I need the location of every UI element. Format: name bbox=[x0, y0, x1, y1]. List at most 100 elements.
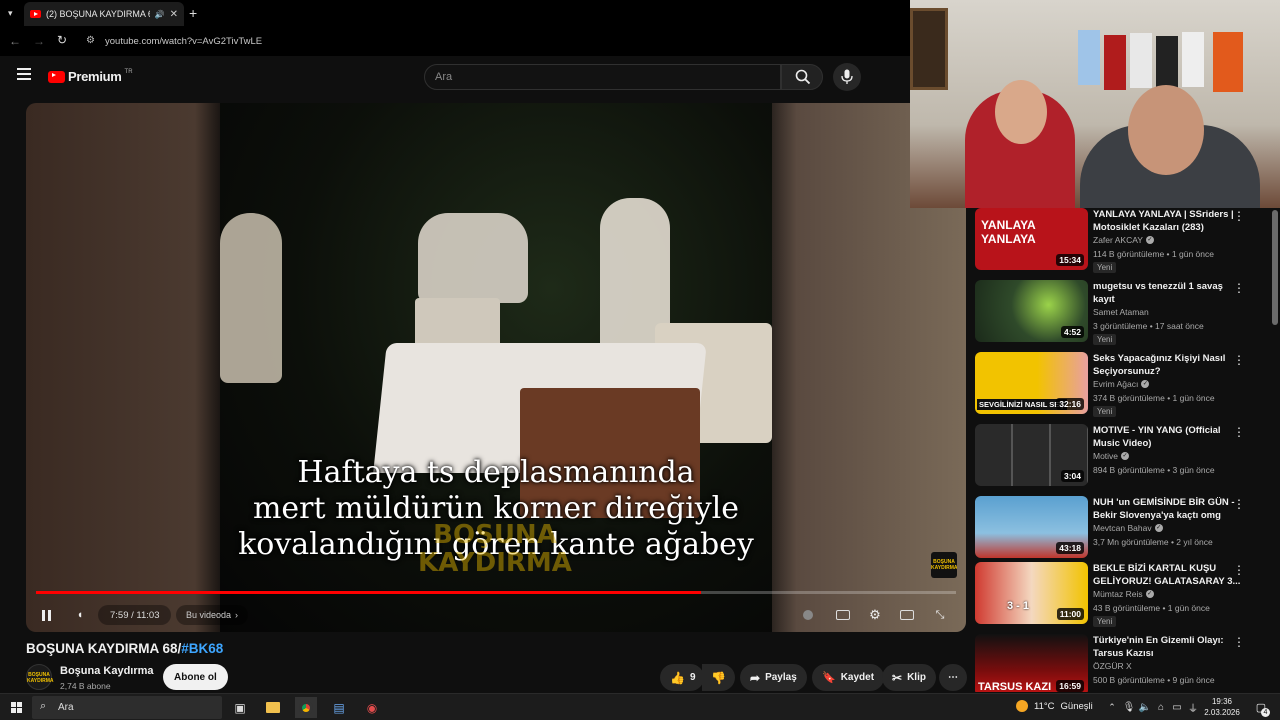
recommendation-thumbnail[interactable]: YANLAYA YANLAYA 15:34 bbox=[975, 208, 1088, 270]
recommendation-item[interactable]: 43:18 NUH 'un GEMİSİNDE BİR GÜN - Bekir … bbox=[975, 496, 1272, 562]
recommendation-item[interactable]: 4:52 mugetsu vs tenezzül 1 savaş kayıt S… bbox=[975, 280, 1272, 346]
taskbar-search-input[interactable]: ⌕ Ara bbox=[32, 696, 222, 719]
volume-button[interactable]: ◖ bbox=[72, 604, 88, 626]
chrome-icon[interactable] bbox=[295, 697, 317, 718]
video-watermark: BOŞUNA KAYDIRMA bbox=[418, 520, 572, 578]
close-tab-icon[interactable]: ✕ bbox=[170, 9, 178, 20]
tab-list-chevron-icon[interactable]: ▾ bbox=[8, 8, 13, 19]
subtitles-button[interactable] bbox=[834, 604, 852, 626]
weather-widget[interactable]: 11°C Güneşli bbox=[1016, 700, 1093, 712]
recommendation-item[interactable]: TARSUS KAZI 16:59 Türkiye'nin En Gizemli… bbox=[975, 634, 1272, 692]
file-explorer-icon[interactable] bbox=[262, 697, 284, 718]
recommendation-thumbnail[interactable]: 43:18 bbox=[975, 496, 1088, 558]
more-options-icon[interactable]: ⋮ bbox=[1233, 496, 1245, 512]
search-button[interactable] bbox=[781, 64, 823, 90]
verified-icon: ✓ bbox=[1154, 524, 1163, 532]
recommendation-thumbnail[interactable]: 3 - 1 11:00 bbox=[975, 562, 1088, 624]
chapter-button[interactable]: Bu videoda › bbox=[176, 605, 249, 625]
recorder-app-icon[interactable]: ◉ bbox=[361, 697, 383, 718]
microphone-icon bbox=[841, 69, 853, 84]
recommendation-title[interactable]: MOTIVE - YIN YANG (Official Music Video) bbox=[1093, 424, 1243, 450]
recommendation-meta: 43 B görüntüleme • 1 gün önce bbox=[1093, 603, 1210, 613]
voice-search-button[interactable] bbox=[833, 63, 861, 91]
recommendation-channel[interactable]: ÖZGÜR X bbox=[1093, 661, 1132, 671]
recommendation-channel[interactable]: Mevtcan Bahav ✓ bbox=[1093, 523, 1163, 533]
recommendation-item[interactable]: YANLAYA YANLAYA 15:34 YANLAYA YANLAYA | … bbox=[975, 208, 1272, 274]
recommendation-item[interactable]: SEVGİLİNİZİ NASIL SEÇ 32:16 Seks Yapacağ… bbox=[975, 352, 1272, 418]
logo-text: Premium bbox=[68, 69, 122, 84]
scene-figure-center bbox=[418, 213, 528, 303]
search-input[interactable]: Ara bbox=[424, 64, 781, 90]
pause-button[interactable] bbox=[38, 604, 54, 626]
miniplayer-icon bbox=[900, 610, 914, 620]
duration-badge: 43:18 bbox=[1056, 542, 1084, 554]
save-button[interactable]: 🔖 Kaydet bbox=[812, 664, 885, 691]
channel-corner-logo: BOŞUNA KAYDIRMA bbox=[931, 552, 957, 578]
notification-center-icon[interactable]: ▢ 4 bbox=[1250, 697, 1272, 718]
sun-icon bbox=[1016, 700, 1028, 712]
recommendation-thumbnail[interactable]: TARSUS KAZI 16:59 bbox=[975, 634, 1088, 692]
new-badge: Yeni bbox=[1093, 616, 1117, 627]
settings-button[interactable]: ⚙ bbox=[866, 604, 884, 626]
recommendation-channel[interactable]: Samet Ataman bbox=[1093, 307, 1149, 317]
new-tab-button[interactable]: + bbox=[189, 5, 197, 21]
back-icon[interactable]: ← bbox=[9, 34, 21, 48]
recommendation-channel[interactable]: Mümtaz Reis ✓ bbox=[1093, 589, 1154, 599]
clip-button[interactable]: ✂ Klip bbox=[882, 664, 936, 691]
recommendation-channel[interactable]: Evrim Ağacı ✓ bbox=[1093, 379, 1150, 389]
progress-bar[interactable] bbox=[36, 591, 956, 594]
more-actions-button[interactable]: ⋯ bbox=[939, 664, 967, 691]
recommendation-title[interactable]: mugetsu vs tenezzül 1 savaş kayıt bbox=[1093, 280, 1243, 306]
like-button[interactable]: 👍 9 bbox=[660, 664, 704, 691]
recommendation-title[interactable]: BEKLE BİZİ KARTAL KUŞU GELİYORUZ! GALATA… bbox=[1093, 562, 1243, 588]
browser-tab[interactable]: (2) BOŞUNA KAYDIRMA 68/ 🔊 ✕ bbox=[24, 2, 184, 26]
subscribe-button[interactable]: Abone ol bbox=[163, 664, 228, 690]
gear-icon: ⚙ bbox=[869, 607, 881, 622]
verified-icon: ✓ bbox=[1145, 236, 1154, 244]
time-display: 7:59 / 11:03 bbox=[98, 605, 172, 625]
more-options-icon[interactable]: ⋮ bbox=[1233, 424, 1245, 440]
volume-icon: ◖ bbox=[76, 609, 84, 621]
player-controls: ◖ 7:59 / 11:03 Bu videoda › ⚙ ⤡ bbox=[26, 598, 966, 632]
recommendation-thumbnail[interactable]: 3:04 bbox=[975, 424, 1088, 486]
recommendation-channel[interactable]: Motive ✓ bbox=[1093, 451, 1130, 461]
recommendation-title[interactable]: Seks Yapacağınız Kişiyi Nasıl Seçiyorsun… bbox=[1093, 352, 1243, 378]
youtube-logo[interactable]: Premium TR bbox=[48, 69, 133, 84]
recommendation-title[interactable]: NUH 'un GEMİSİNDE BİR GÜN - Bekir Sloven… bbox=[1093, 496, 1243, 522]
more-options-icon[interactable]: ⋮ bbox=[1233, 634, 1245, 650]
more-options-icon[interactable]: ⋮ bbox=[1233, 352, 1245, 368]
reload-icon[interactable]: ↻ bbox=[57, 33, 67, 47]
channel-avatar[interactable]: BOŞUNA KAYDIRMA bbox=[26, 664, 53, 690]
more-horizontal-icon: ⋯ bbox=[948, 672, 958, 683]
fullscreen-button[interactable]: ⤡ bbox=[931, 604, 949, 626]
share-button[interactable]: ➦ Paylaş bbox=[740, 664, 807, 691]
forward-icon[interactable]: → bbox=[33, 34, 45, 48]
video-player[interactable]: Haftaya ts deplasmanında mert müldürün k… bbox=[26, 103, 966, 632]
recommendation-thumbnail[interactable]: SEVGİLİNİZİ NASIL SEÇ 32:16 bbox=[975, 352, 1088, 414]
speaker-icon[interactable]: 🔊 bbox=[155, 10, 165, 19]
channel-name[interactable]: Boşuna Kaydırma bbox=[60, 665, 154, 677]
more-options-icon[interactable]: ⋮ bbox=[1233, 208, 1245, 224]
sidebar-scrollbar[interactable] bbox=[1272, 210, 1278, 325]
more-options-icon[interactable]: ⋮ bbox=[1233, 562, 1245, 578]
more-options-icon[interactable]: ⋮ bbox=[1233, 280, 1245, 296]
recommendation-channel[interactable]: Zafer AKCAY ✓ bbox=[1093, 235, 1154, 245]
url-text[interactable]: youtube.com/watch?v=AvG2TivTwLE bbox=[105, 36, 262, 47]
app-window-icon[interactable]: ▤ bbox=[328, 697, 350, 718]
dislike-button[interactable]: 👎 bbox=[702, 664, 735, 691]
recommendation-thumbnail[interactable]: 4:52 bbox=[975, 280, 1088, 342]
recommendation-item[interactable]: 3:04 MOTIVE - YIN YANG (Official Music V… bbox=[975, 424, 1272, 490]
menu-icon[interactable] bbox=[17, 68, 31, 80]
autoplay-toggle[interactable] bbox=[801, 604, 815, 626]
recommendation-title[interactable]: Türkiye'nin En Gizemli Olayı: Tarsus Kaz… bbox=[1093, 634, 1243, 660]
miniplayer-button[interactable] bbox=[898, 604, 916, 626]
site-info-icon[interactable]: ⚙ bbox=[86, 35, 95, 46]
hashtag-link[interactable]: #BK68 bbox=[181, 641, 223, 656]
new-badge: Yeni bbox=[1093, 334, 1117, 345]
recommendation-item[interactable]: 3 - 1 11:00 BEKLE BİZİ KARTAL KUŞU GELİY… bbox=[975, 562, 1272, 628]
task-view-icon[interactable]: ▣ bbox=[229, 697, 251, 718]
logo-region: TR bbox=[124, 69, 133, 75]
windows-start-icon[interactable] bbox=[5, 697, 27, 718]
recommendation-title[interactable]: YANLAYA YANLAYA | SSriders | Motosiklet … bbox=[1093, 208, 1243, 234]
taskbar-clock[interactable]: 19:36 2.03.2026 bbox=[1198, 696, 1246, 718]
